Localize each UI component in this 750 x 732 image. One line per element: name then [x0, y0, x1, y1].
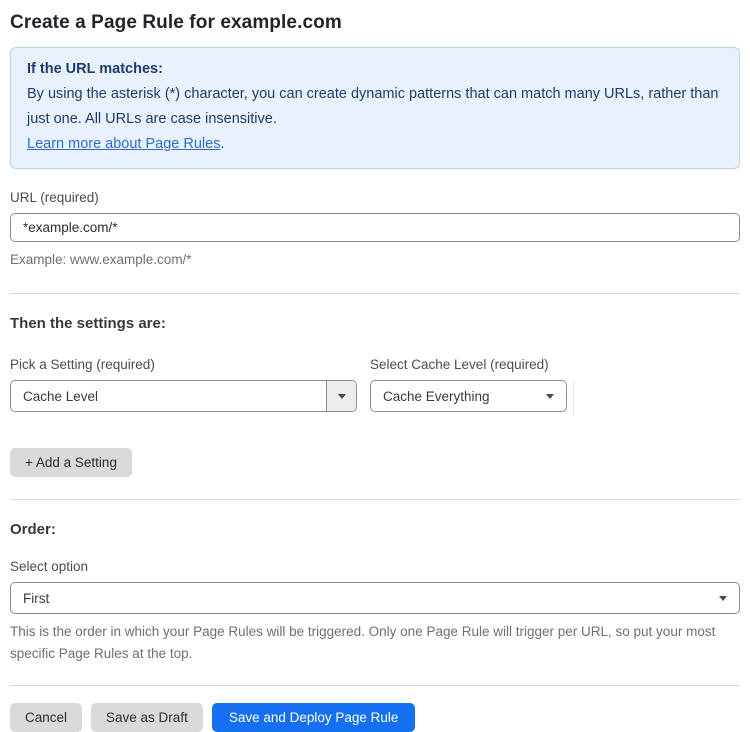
setting-picker-label: Pick a Setting (required): [10, 357, 155, 372]
save-deploy-button[interactable]: Save and Deploy Page Rule: [211, 703, 416, 732]
url-input[interactable]: [10, 213, 740, 242]
cache-level-select-value: Cache Everything: [383, 388, 490, 404]
cache-level-select[interactable]: Cache Everything: [370, 380, 567, 412]
order-heading: Order:: [10, 521, 56, 538]
cache-level-label: Select Cache Level (required): [370, 357, 549, 372]
section-divider: [10, 293, 740, 294]
dropdown-arrow-icon: [719, 595, 727, 601]
cancel-button[interactable]: Cancel: [10, 703, 83, 732]
info-box-heading: If the URL matches:: [27, 61, 163, 77]
section-divider: [10, 499, 740, 500]
add-setting-button[interactable]: + Add a Setting: [10, 448, 132, 477]
order-helper-text: This is the order in which your Page Rul…: [10, 624, 716, 661]
setting-select[interactable]: Cache Level: [10, 380, 357, 412]
info-box-body: By using the asterisk (*) character, you…: [27, 86, 719, 127]
url-helper-text: Example: www.example.com/*: [10, 252, 192, 267]
order-select-value: First: [23, 590, 50, 606]
order-select-label: Select option: [10, 559, 89, 574]
settings-row: Pick a Setting (required) Cache Level Se…: [10, 357, 740, 415]
dropdown-arrow-icon: [337, 393, 346, 399]
order-select[interactable]: First: [10, 582, 740, 614]
settings-heading: Then the settings are:: [10, 315, 166, 332]
page-title: Create a Page Rule for example.com: [10, 12, 342, 33]
cache-level-column: Select Cache Level (required) Cache Ever…: [370, 357, 567, 412]
url-match-info-box: If the URL matches: By using the asteris…: [10, 47, 740, 169]
page-rule-form: Create a Page Rule for example.com If th…: [0, 0, 750, 732]
footer-actions: Cancel Save as Draft Save and Deploy Pag…: [10, 703, 740, 732]
setting-select-arrow-section: [326, 381, 356, 411]
url-label: URL (required): [10, 190, 99, 205]
settings-vertical-divider: [573, 381, 574, 415]
section-divider: [10, 685, 740, 686]
learn-more-link[interactable]: Learn more about Page Rules: [27, 136, 220, 152]
link-suffix: .: [220, 136, 225, 152]
setting-picker-column: Pick a Setting (required) Cache Level: [10, 357, 357, 412]
dropdown-arrow-icon: [546, 393, 554, 399]
save-draft-button[interactable]: Save as Draft: [91, 703, 203, 732]
setting-select-value: Cache Level: [23, 388, 99, 404]
